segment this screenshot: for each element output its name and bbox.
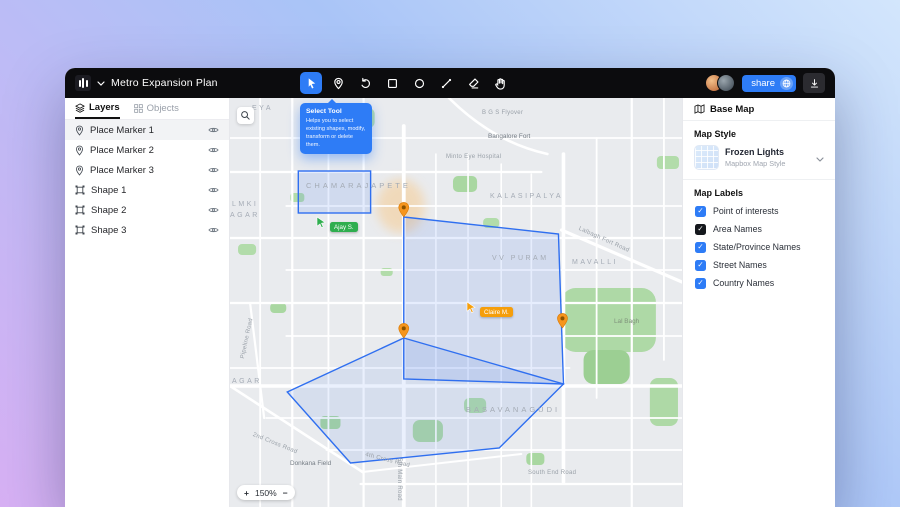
eraser-tool[interactable]: [462, 72, 484, 94]
zoom-out-button[interactable]: −: [283, 488, 288, 498]
checkbox-checked[interactable]: [695, 259, 706, 271]
collaborator-avatars[interactable]: [705, 74, 736, 92]
checkbox-checked[interactable]: [695, 205, 706, 217]
layer-label: Place Marker 3: [90, 164, 154, 176]
layer-label: Place Marker 2: [90, 144, 154, 156]
checkbox-label: Area Names: [713, 224, 762, 234]
hand-tool[interactable]: [489, 72, 511, 94]
panel-title: Base Map: [710, 103, 755, 115]
layer-row-shape-2[interactable]: Shape 2: [65, 200, 229, 220]
document-title: Metro Expansion Plan: [111, 77, 218, 89]
checkbox-row-street-names[interactable]: Street Names: [683, 256, 835, 274]
checkbox-checked[interactable]: [695, 277, 706, 289]
visibility-eye-icon[interactable]: [208, 126, 219, 134]
style-thumbnail: [694, 145, 719, 170]
visibility-eye-icon[interactable]: [208, 146, 219, 154]
layer-row-place-marker-1[interactable]: Place Marker 1: [65, 120, 229, 140]
tab-objects[interactable]: Objects: [133, 98, 179, 119]
pin-icon: [75, 145, 84, 156]
map-style-selector[interactable]: Frozen Lights Mapbox Map Style: [683, 143, 835, 180]
select-tool[interactable]: [300, 72, 322, 94]
tab-objects-label: Objects: [146, 103, 179, 114]
visibility-eye-icon[interactable]: [208, 206, 219, 214]
tooltip-title: Select Tool: [306, 108, 342, 115]
checkbox-row-area-names[interactable]: Area Names: [683, 220, 835, 238]
avatar[interactable]: [717, 74, 736, 92]
select-tool-tooltip: Select Tool Helps you to select existing…: [300, 98, 372, 155]
zoom-in-button[interactable]: +: [244, 488, 249, 498]
line-tool[interactable]: [435, 72, 457, 94]
layers-sidebar: Layers Objects Place Marker 1 Place Mark…: [65, 98, 230, 507]
app-logo-icon[interactable]: [75, 75, 91, 91]
collaborator-cursor-ajay: Ajay S.: [316, 216, 358, 232]
layer-label: Place Marker 1: [90, 124, 154, 136]
tooltip-body: Helps you to select existing shapes, mod…: [306, 118, 366, 149]
shape-icon: [75, 205, 85, 215]
cursor-name-tag: Ajay S.: [330, 222, 358, 232]
top-bar: Metro Expansion Plan share: [65, 68, 835, 98]
basemap-icon: [694, 104, 705, 114]
layer-row-shape-3[interactable]: Shape 3: [65, 220, 229, 240]
basemap-panel: Base Map Map Style Frozen Lights Mapbox …: [682, 98, 835, 507]
rectangle-tool[interactable]: [381, 72, 403, 94]
zoom-level: 150%: [254, 487, 277, 498]
app-window: Metro Expansion Plan share Layers Object…: [65, 68, 835, 507]
tab-layers-label: Layers: [89, 102, 120, 113]
layer-label: Shape 1: [91, 184, 127, 196]
layer-label: Shape 3: [91, 224, 127, 236]
visibility-eye-icon[interactable]: [208, 226, 219, 234]
pin-icon: [75, 165, 84, 176]
download-button[interactable]: [803, 73, 825, 93]
pin-icon: [75, 125, 84, 136]
circle-tool[interactable]: [408, 72, 430, 94]
map-canvas[interactable]: EYA B G S Flyover Bangalore Fort Minto E…: [230, 98, 682, 507]
share-button-label: share: [751, 77, 775, 89]
layer-label: Shape 2: [91, 204, 127, 216]
map-labels-heading: Map Labels: [694, 188, 744, 198]
cursor-arrow-icon: [316, 216, 326, 228]
cursor-arrow-icon: [466, 301, 476, 313]
chevron-down-icon[interactable]: [816, 149, 824, 167]
chevron-down-icon[interactable]: [97, 80, 105, 86]
layer-row-shape-1[interactable]: Shape 1: [65, 180, 229, 200]
marker-tool[interactable]: [327, 72, 349, 94]
checkbox-label: Country Names: [713, 278, 775, 288]
map-search-button[interactable]: [237, 107, 254, 124]
checkbox-label: Point of interests: [713, 206, 779, 216]
style-subtitle: Mapbox Map Style: [725, 158, 786, 168]
layer-row-place-marker-3[interactable]: Place Marker 3: [65, 160, 229, 180]
checkbox-checked[interactable]: [695, 223, 706, 235]
style-name: Frozen Lights: [725, 147, 784, 158]
visibility-eye-icon[interactable]: [208, 166, 219, 174]
checkbox-checked[interactable]: [695, 241, 706, 253]
checkbox-row-state-names[interactable]: State/Province Names: [683, 238, 835, 256]
share-button[interactable]: share: [742, 74, 796, 92]
checkbox-row-country-names[interactable]: Country Names: [683, 274, 835, 292]
shape-icon: [75, 185, 85, 195]
shape-icon: [75, 225, 85, 235]
checkbox-row-poi[interactable]: Point of interests: [683, 202, 835, 220]
layer-row-place-marker-2[interactable]: Place Marker 2: [65, 140, 229, 160]
tab-layers[interactable]: Layers: [75, 98, 120, 119]
map-base-layer: [230, 98, 682, 507]
redo-tool[interactable]: [354, 72, 376, 94]
search-icon: [241, 111, 250, 120]
collaborator-cursor-claire: Claire M.: [466, 301, 513, 317]
tool-bar: [300, 72, 511, 94]
map-style-heading: Map Style: [694, 129, 737, 139]
shape-1-rectangle[interactable]: [297, 170, 372, 214]
checkbox-label: State/Province Names: [713, 242, 801, 252]
visibility-eye-icon[interactable]: [208, 186, 219, 194]
zoom-control: + 150% −: [237, 485, 295, 500]
globe-icon: [780, 76, 793, 90]
cursor-name-tag: Claire M.: [480, 307, 513, 317]
checkbox-label: Street Names: [713, 260, 767, 270]
